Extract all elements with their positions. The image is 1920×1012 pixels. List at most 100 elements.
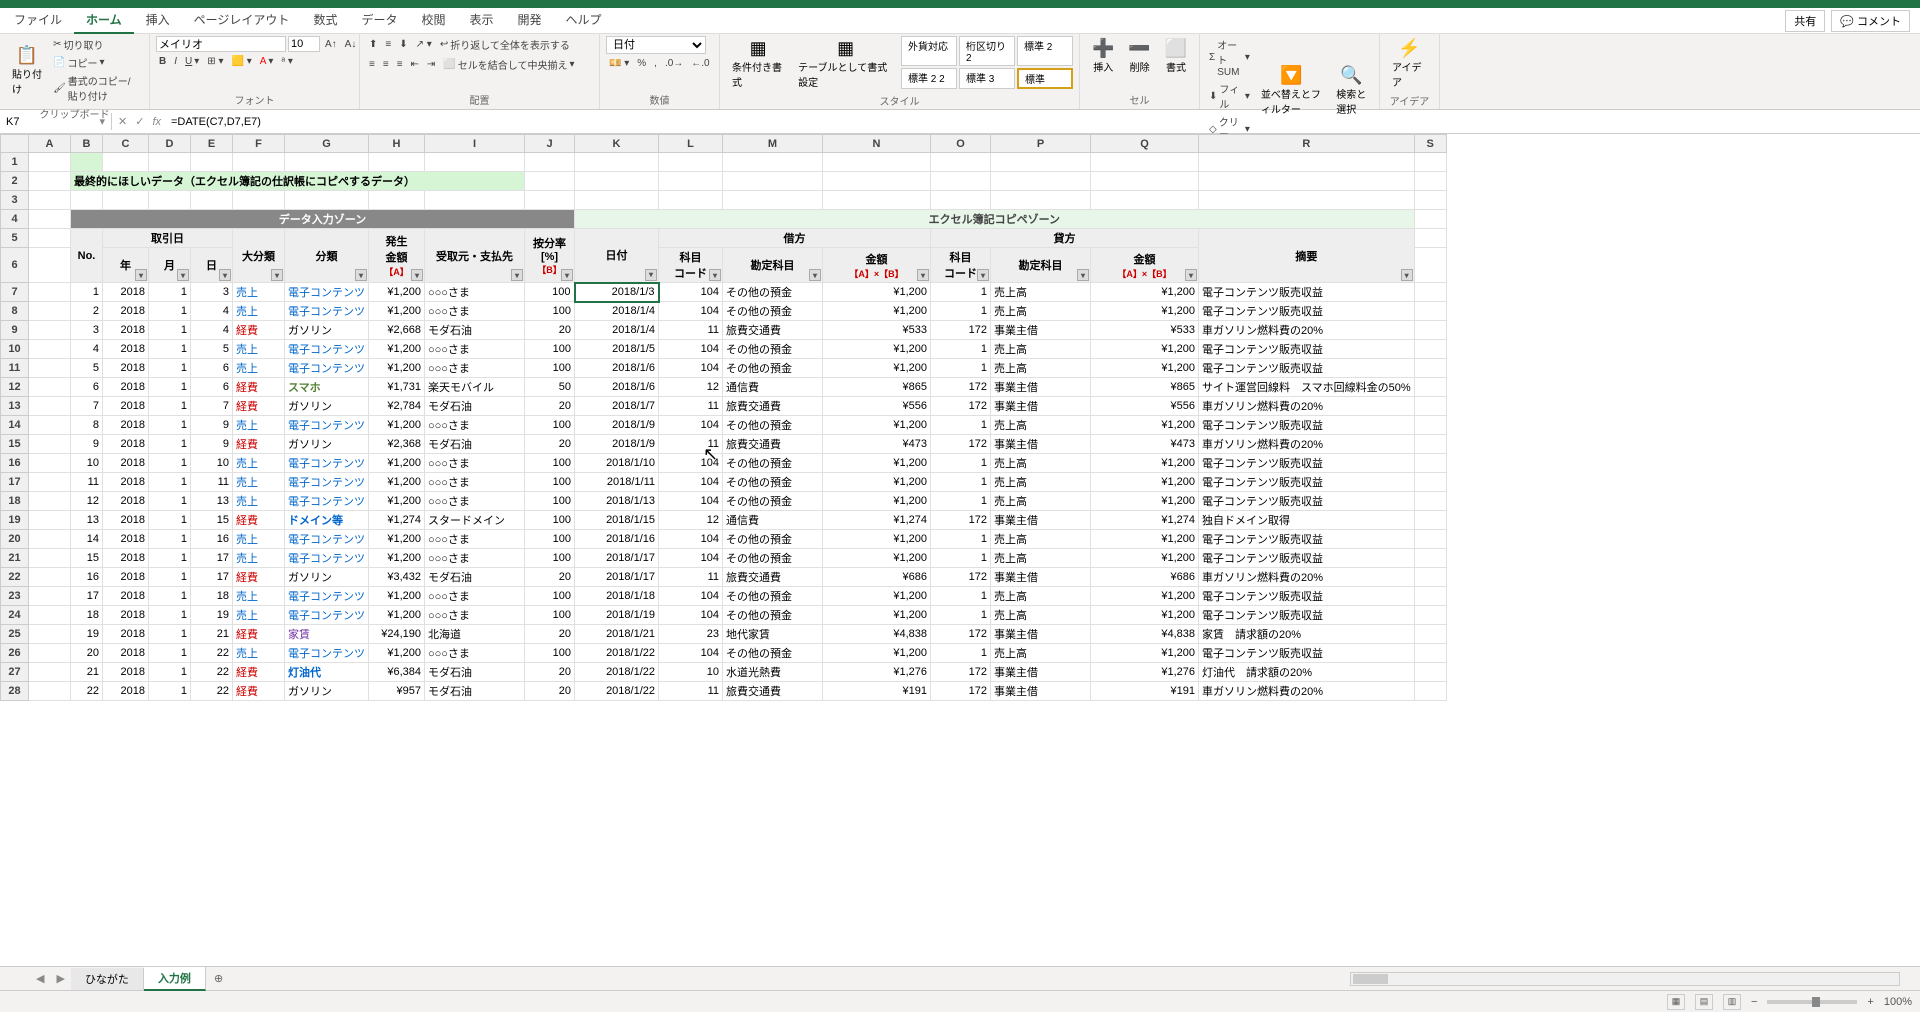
row-header-15[interactable]: 15 [1,435,29,454]
col-header-G[interactable]: G [285,135,369,153]
align-top-button[interactable]: ⬆ [366,38,380,51]
font-color-button[interactable]: A ▾ [257,55,277,68]
find-select-button[interactable]: 🔍検索と選択 [1330,63,1373,118]
border-button[interactable]: ⊞ ▾ [204,55,226,68]
style-normal[interactable]: 標準 [1017,68,1073,89]
title-text[interactable]: 最終的にほしいデータ（エクセル簿記の仕訳帳にコピペするデータ） [71,172,525,191]
row-header-10[interactable]: 10 [1,340,29,359]
col-header-D[interactable]: D [149,135,191,153]
sort-filter-button[interactable]: 🔽並べ替えとフィルター [1255,63,1328,118]
add-sheet-button[interactable]: ⊕ [206,969,231,988]
align-right-button[interactable]: ≡ [394,58,406,71]
phonetic-button[interactable]: ᵃ ▾ [278,55,296,68]
bold-button[interactable]: B [156,55,169,68]
currency-button[interactable]: 💴 ▾ [606,57,632,70]
indent-dec-button[interactable]: ⇤ [408,58,422,71]
style-foreign[interactable]: 外貨対応 [901,36,957,66]
percent-button[interactable]: % [634,57,649,70]
menu-tab-6[interactable]: 校閲 [409,7,457,34]
view-break-button[interactable]: ▥ [1723,994,1741,1010]
row-header-24[interactable]: 24 [1,606,29,625]
decimal-inc-button[interactable]: .0→ [662,57,686,70]
row-header-19[interactable]: 19 [1,511,29,530]
row-header-14[interactable]: 14 [1,416,29,435]
font-grow-button[interactable]: A↑ [322,38,340,51]
comment-button[interactable]: 💬 コメント [1831,10,1910,32]
tab-nav-prev-icon[interactable]: ◀ [30,972,50,985]
autosum-button[interactable]: Σ オート SUM ▾ [1206,36,1253,79]
row-header-16[interactable]: 16 [1,454,29,473]
zoom-in-button[interactable]: + [1867,996,1873,1008]
format-painter-button[interactable]: 🖌 書式のコピー/貼り付け [50,72,143,104]
col-header-P[interactable]: P [991,135,1091,153]
cond-format-button[interactable]: ▦条件付き書式 [726,36,790,91]
row-header-28[interactable]: 28 [1,682,29,701]
row-header-18[interactable]: 18 [1,492,29,511]
menu-tab-7[interactable]: 表示 [457,7,505,34]
table-format-button[interactable]: ▦テーブルとして書式設定 [792,36,899,91]
comma-button[interactable]: , [651,57,660,70]
row-header-25[interactable]: 25 [1,625,29,644]
col-header-K[interactable]: K [575,135,659,153]
orientation-button[interactable]: ↗ ▾ [413,38,435,51]
row-header-6[interactable]: 6 [1,248,29,283]
col-header-M[interactable]: M [723,135,823,153]
col-header-C[interactable]: C [103,135,149,153]
copy-button[interactable]: 📄 コピー ▾ [50,54,143,71]
row-header-22[interactable]: 22 [1,568,29,587]
font-size-select[interactable] [288,36,320,52]
row-header-17[interactable]: 17 [1,473,29,492]
col-header-A[interactable]: A [29,135,71,153]
col-header-Q[interactable]: Q [1091,135,1199,153]
menu-tab-8[interactable]: 開発 [506,7,554,34]
row-header-13[interactable]: 13 [1,397,29,416]
style-normal3[interactable]: 標準 3 [959,68,1015,89]
menu-tab-5[interactable]: データ [349,7,409,34]
align-middle-button[interactable]: ≡ [382,38,394,51]
col-header-H[interactable]: H [369,135,425,153]
insert-cells-button[interactable]: ➕挿入 [1086,36,1120,76]
horizontal-scrollbar[interactable] [1350,972,1900,986]
decimal-dec-button[interactable]: ←.0 [688,57,712,70]
ideas-button[interactable]: ⚡アイデア [1386,36,1433,91]
col-header-O[interactable]: O [931,135,991,153]
style-normal2[interactable]: 標準 2 [1017,36,1073,66]
row-header-1[interactable]: 1 [1,153,29,172]
font-name-select[interactable] [156,36,286,52]
zoom-out-button[interactable]: − [1751,996,1757,1008]
menu-tab-0[interactable]: ファイル [2,7,74,34]
share-button[interactable]: 共有 [1785,10,1825,32]
row-header-3[interactable]: 3 [1,191,29,210]
sheet-tab-template[interactable]: ひながた [71,968,144,990]
row-header-8[interactable]: 8 [1,302,29,321]
cut-button[interactable]: ✂ 切り取り [50,36,143,53]
zoom-slider[interactable] [1767,1000,1857,1004]
row-header-21[interactable]: 21 [1,549,29,568]
col-header-F[interactable]: F [233,135,285,153]
row-header-7[interactable]: 7 [1,283,29,302]
row-header-5[interactable]: 5 [1,229,29,248]
zone-input[interactable]: データ入力ゾーン [71,210,575,229]
delete-cells-button[interactable]: ➖削除 [1122,36,1156,76]
sheet-tab-example[interactable]: 入力例 [144,967,206,991]
menu-tab-1[interactable]: ホーム [74,7,134,34]
col-header-E[interactable]: E [191,135,233,153]
active-cell[interactable]: 2018/1/3 [575,283,659,302]
view-layout-button[interactable]: ▤ [1695,994,1713,1010]
col-header-B[interactable]: B [71,135,103,153]
fx-icon[interactable]: fx [152,116,161,128]
row-header-2[interactable]: 2 [1,172,29,191]
menu-tab-2[interactable]: 挿入 [134,7,182,34]
row-header-4[interactable]: 4 [1,210,29,229]
align-center-button[interactable]: ≡ [380,58,392,71]
italic-button[interactable]: I [171,55,180,68]
style-normal22[interactable]: 標準 2 2 [901,68,957,89]
fill-button[interactable]: ⬇ フィル ▾ [1206,80,1253,112]
row-header-26[interactable]: 26 [1,644,29,663]
zone-copy[interactable]: エクセル簿記コピペゾーン [575,210,1415,229]
row-header-20[interactable]: 20 [1,530,29,549]
fill-color-button[interactable]: 🟨 ▾ [228,55,254,68]
number-format-select[interactable]: 日付 [606,36,706,54]
col-header-L[interactable]: L [659,135,723,153]
merge-button[interactable]: ⬜ セルを結合して中央揃え ▾ [440,56,577,73]
